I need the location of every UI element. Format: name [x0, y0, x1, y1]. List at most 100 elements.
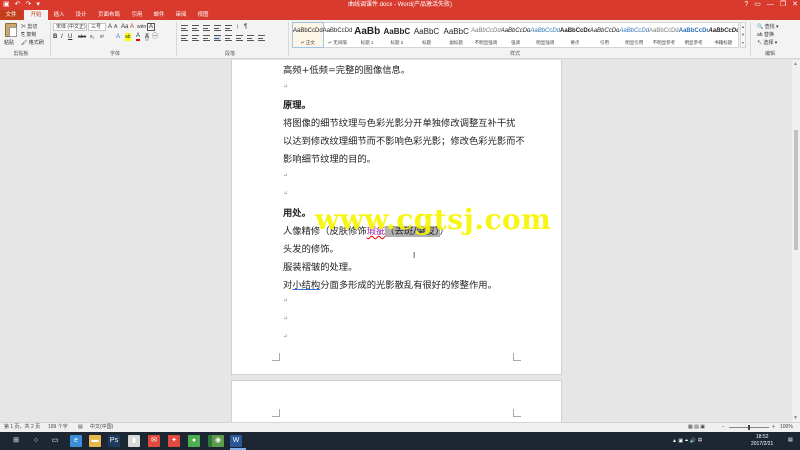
align-left-icon[interactable] [181, 35, 188, 41]
system-tray-icons[interactable]: ▲ ▣ ⏶ 🔊 中 [672, 437, 702, 444]
highlight-color-icon[interactable]: ab [125, 33, 131, 41]
document-area[interactable]: 高频+低频=完整的图像信息。 ↵ 原理。 将图像的细节纹理与色彩光影分开单独修改… [0, 60, 792, 422]
tab-references[interactable]: 引用 [126, 10, 148, 20]
phonetic-guide-icon[interactable]: wén [137, 23, 146, 31]
style-strong[interactable]: AaBbCcDd 要点 [560, 23, 590, 47]
tab-home[interactable]: 开始 [24, 10, 48, 20]
scroll-down-icon[interactable]: ▼ [793, 415, 798, 421]
borders-icon[interactable] [258, 35, 265, 41]
store-icon[interactable]: ✉ [148, 435, 160, 447]
explorer-icon[interactable]: ▬ [89, 435, 101, 447]
notification-icon[interactable]: ▤ [788, 437, 793, 443]
shading-icon[interactable] [247, 35, 254, 41]
style-intense-emphasis[interactable]: AaBbCcDd 明显强调 [530, 23, 560, 47]
align-right-icon[interactable] [203, 35, 210, 41]
find-button[interactable]: 🔍 查找 ▾ [757, 23, 779, 30]
language-status[interactable]: 中文(中国) [90, 423, 113, 432]
style-title[interactable]: AaBbC 标题 [412, 23, 442, 47]
scroll-thumb[interactable] [794, 130, 798, 250]
clear-format-icon[interactable]: A [130, 23, 134, 31]
italic-button[interactable]: I [61, 33, 63, 41]
app-icon[interactable]: ✦ [168, 435, 180, 447]
photoshop-icon[interactable]: Ps [108, 435, 120, 447]
tab-file[interactable]: 文件 [0, 10, 22, 20]
page-count[interactable]: 第 1 页，共 2 页 [4, 423, 40, 432]
distributed-icon[interactable] [225, 35, 232, 41]
ribbon-options-icon[interactable]: ▭ [754, 0, 761, 10]
bold-button[interactable]: B [53, 33, 57, 41]
tab-review[interactable]: 审阅 [170, 10, 192, 20]
scroll-up-icon[interactable]: ▲ [793, 61, 798, 67]
numbering-icon[interactable] [192, 25, 199, 31]
copy-button[interactable]: ⎘ 复制 [21, 31, 36, 38]
style-heading-1[interactable]: AaBb 标题 1 [352, 23, 382, 47]
bullets-icon[interactable] [181, 25, 188, 31]
increase-indent-icon[interactable] [225, 25, 232, 31]
clock-time[interactable]: 18:52 [756, 434, 769, 440]
font-name-select[interactable]: 宋体 (中文正) [53, 23, 87, 31]
tab-view[interactable]: 视图 [192, 10, 214, 20]
style-quote[interactable]: AaBbCcDd 引用 [590, 23, 620, 47]
task-view-icon[interactable]: ▭ [49, 435, 61, 447]
tab-insert[interactable]: 插入 [48, 10, 70, 20]
word-count[interactable]: 199 个字 [48, 423, 68, 432]
shrink-font-icon[interactable]: A [114, 23, 117, 31]
style-subtitle[interactable]: AaBbC 副标题 [441, 23, 471, 47]
style-subtle-emphasis[interactable]: AaBbCcDd 不明显强调 [471, 23, 501, 47]
style-heading-2[interactable]: AaBbC 标题 2 [382, 23, 412, 47]
tab-design[interactable]: 设计 [70, 10, 92, 20]
word-icon[interactable]: W [230, 435, 242, 447]
align-center-icon[interactable] [192, 35, 199, 41]
tab-layout[interactable]: 页面布局 [92, 10, 126, 20]
style-emphasis[interactable]: AaBbCcDd 强调 [501, 23, 531, 47]
change-case-icon[interactable]: Aa [121, 23, 128, 31]
style-intense-reference[interactable]: AaBbCcDd 明显参考 [679, 23, 709, 47]
edge-icon[interactable]: e [70, 435, 82, 447]
start-icon[interactable]: ⊞ [10, 435, 22, 447]
multilevel-list-icon[interactable] [203, 25, 210, 31]
justify-icon[interactable] [214, 35, 221, 41]
show-marks-icon[interactable]: ¶ [244, 23, 247, 31]
help-icon[interactable]: ? [744, 0, 748, 10]
chat-icon[interactable]: ● [188, 435, 200, 447]
sort-icon[interactable]: ↕ [236, 23, 239, 31]
replace-button[interactable]: ab 替换 [757, 31, 774, 38]
game-icon[interactable]: ◉ [212, 435, 224, 447]
zoom-slider[interactable] [729, 425, 769, 430]
cortana-icon[interactable]: ○ [30, 435, 42, 447]
grow-font-icon[interactable]: A [108, 23, 112, 31]
font-size-select[interactable]: 三号 [88, 23, 106, 31]
style-intense-quote[interactable]: AaBbCcDd 明显引用 [619, 23, 649, 47]
tab-mailings[interactable]: 邮件 [148, 10, 170, 20]
zoom-level[interactable]: 100% [780, 423, 793, 432]
enclose-char-icon[interactable]: ㊀ [152, 33, 158, 41]
minimize-icon[interactable]: — [767, 0, 774, 10]
char-border-icon[interactable]: A [147, 23, 156, 31]
strikethrough-button[interactable]: abc [78, 33, 86, 41]
format-painter-button[interactable]: 🖌 格式刷 [21, 39, 44, 46]
style-book-title[interactable]: AaBbCcDd 书籍标题 [708, 23, 738, 47]
select-button[interactable]: ↖ 选择 ▾ [757, 39, 777, 46]
decrease-indent-icon[interactable] [214, 25, 221, 31]
chevron-up-icon[interactable]: ▲ [741, 23, 745, 31]
superscript-button[interactable]: x² [100, 33, 104, 41]
view-buttons[interactable]: ▦ ▤ ▣ [688, 423, 705, 432]
style-normal[interactable]: AaBbCcDd ↵ 正文 [292, 22, 324, 48]
styles-scroll[interactable]: ▲ ▼ ▾ [740, 22, 746, 48]
close-icon[interactable]: ✕ [792, 0, 798, 10]
zoom-out-icon[interactable]: − [722, 423, 725, 432]
cut-button[interactable]: ✂ 剪切 [21, 23, 37, 30]
subscript-button[interactable]: x₂ [90, 33, 94, 41]
clock-date[interactable]: 2017/2/21 [751, 441, 773, 447]
style-no-spacing[interactable]: AaBbCcDd ↵ 无间隔 [323, 23, 353, 47]
restore-icon[interactable]: ❐ [780, 0, 786, 10]
paste-button[interactable]: 粘贴 [4, 39, 14, 46]
proofing-icon[interactable]: ▤ [78, 423, 83, 432]
paste-icon[interactable] [5, 23, 17, 37]
document-page-2[interactable] [231, 380, 562, 422]
style-subtle-reference[interactable]: AaBbCcDd 不明显参考 [649, 23, 679, 47]
underline-button[interactable]: U [68, 33, 72, 41]
line-spacing-icon[interactable] [236, 35, 243, 41]
expand-icon[interactable]: ▾ [741, 39, 745, 47]
zoom-in-icon[interactable]: + [772, 423, 775, 432]
